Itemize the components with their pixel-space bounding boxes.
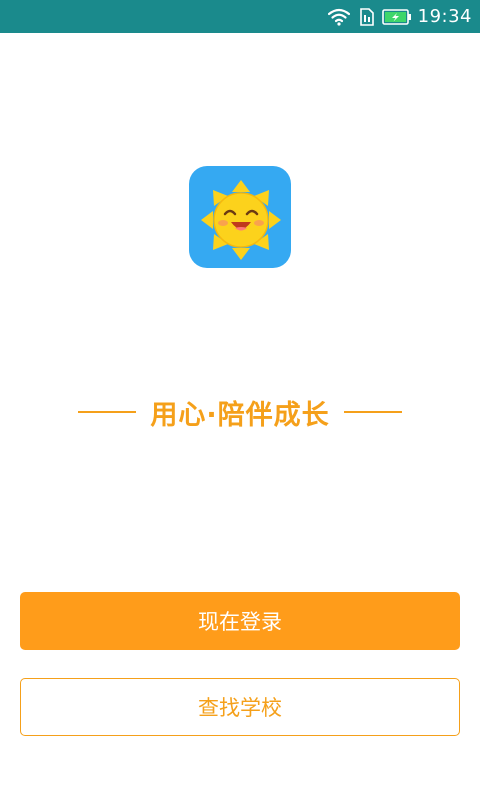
sun-logo-icon [201, 180, 281, 260]
slogan-row: 用心·陪伴成长 [78, 392, 402, 432]
slogan-line-left [78, 411, 136, 413]
status-bar: 19:34 [0, 0, 480, 33]
slogan-line-right [343, 411, 402, 413]
status-time: 19:34 [417, 6, 472, 27]
wifi-icon [327, 8, 350, 26]
status-icons: 19:34 [327, 0, 472, 33]
sim-icon [359, 7, 374, 26]
login-button[interactable]: 现在登录 [20, 592, 460, 650]
find-school-button[interactable]: 查找学校 [20, 678, 460, 736]
app-logo [189, 166, 291, 268]
battery-charging-icon [381, 8, 412, 25]
slogan-text: 用心·陪伴成长 [150, 399, 330, 431]
